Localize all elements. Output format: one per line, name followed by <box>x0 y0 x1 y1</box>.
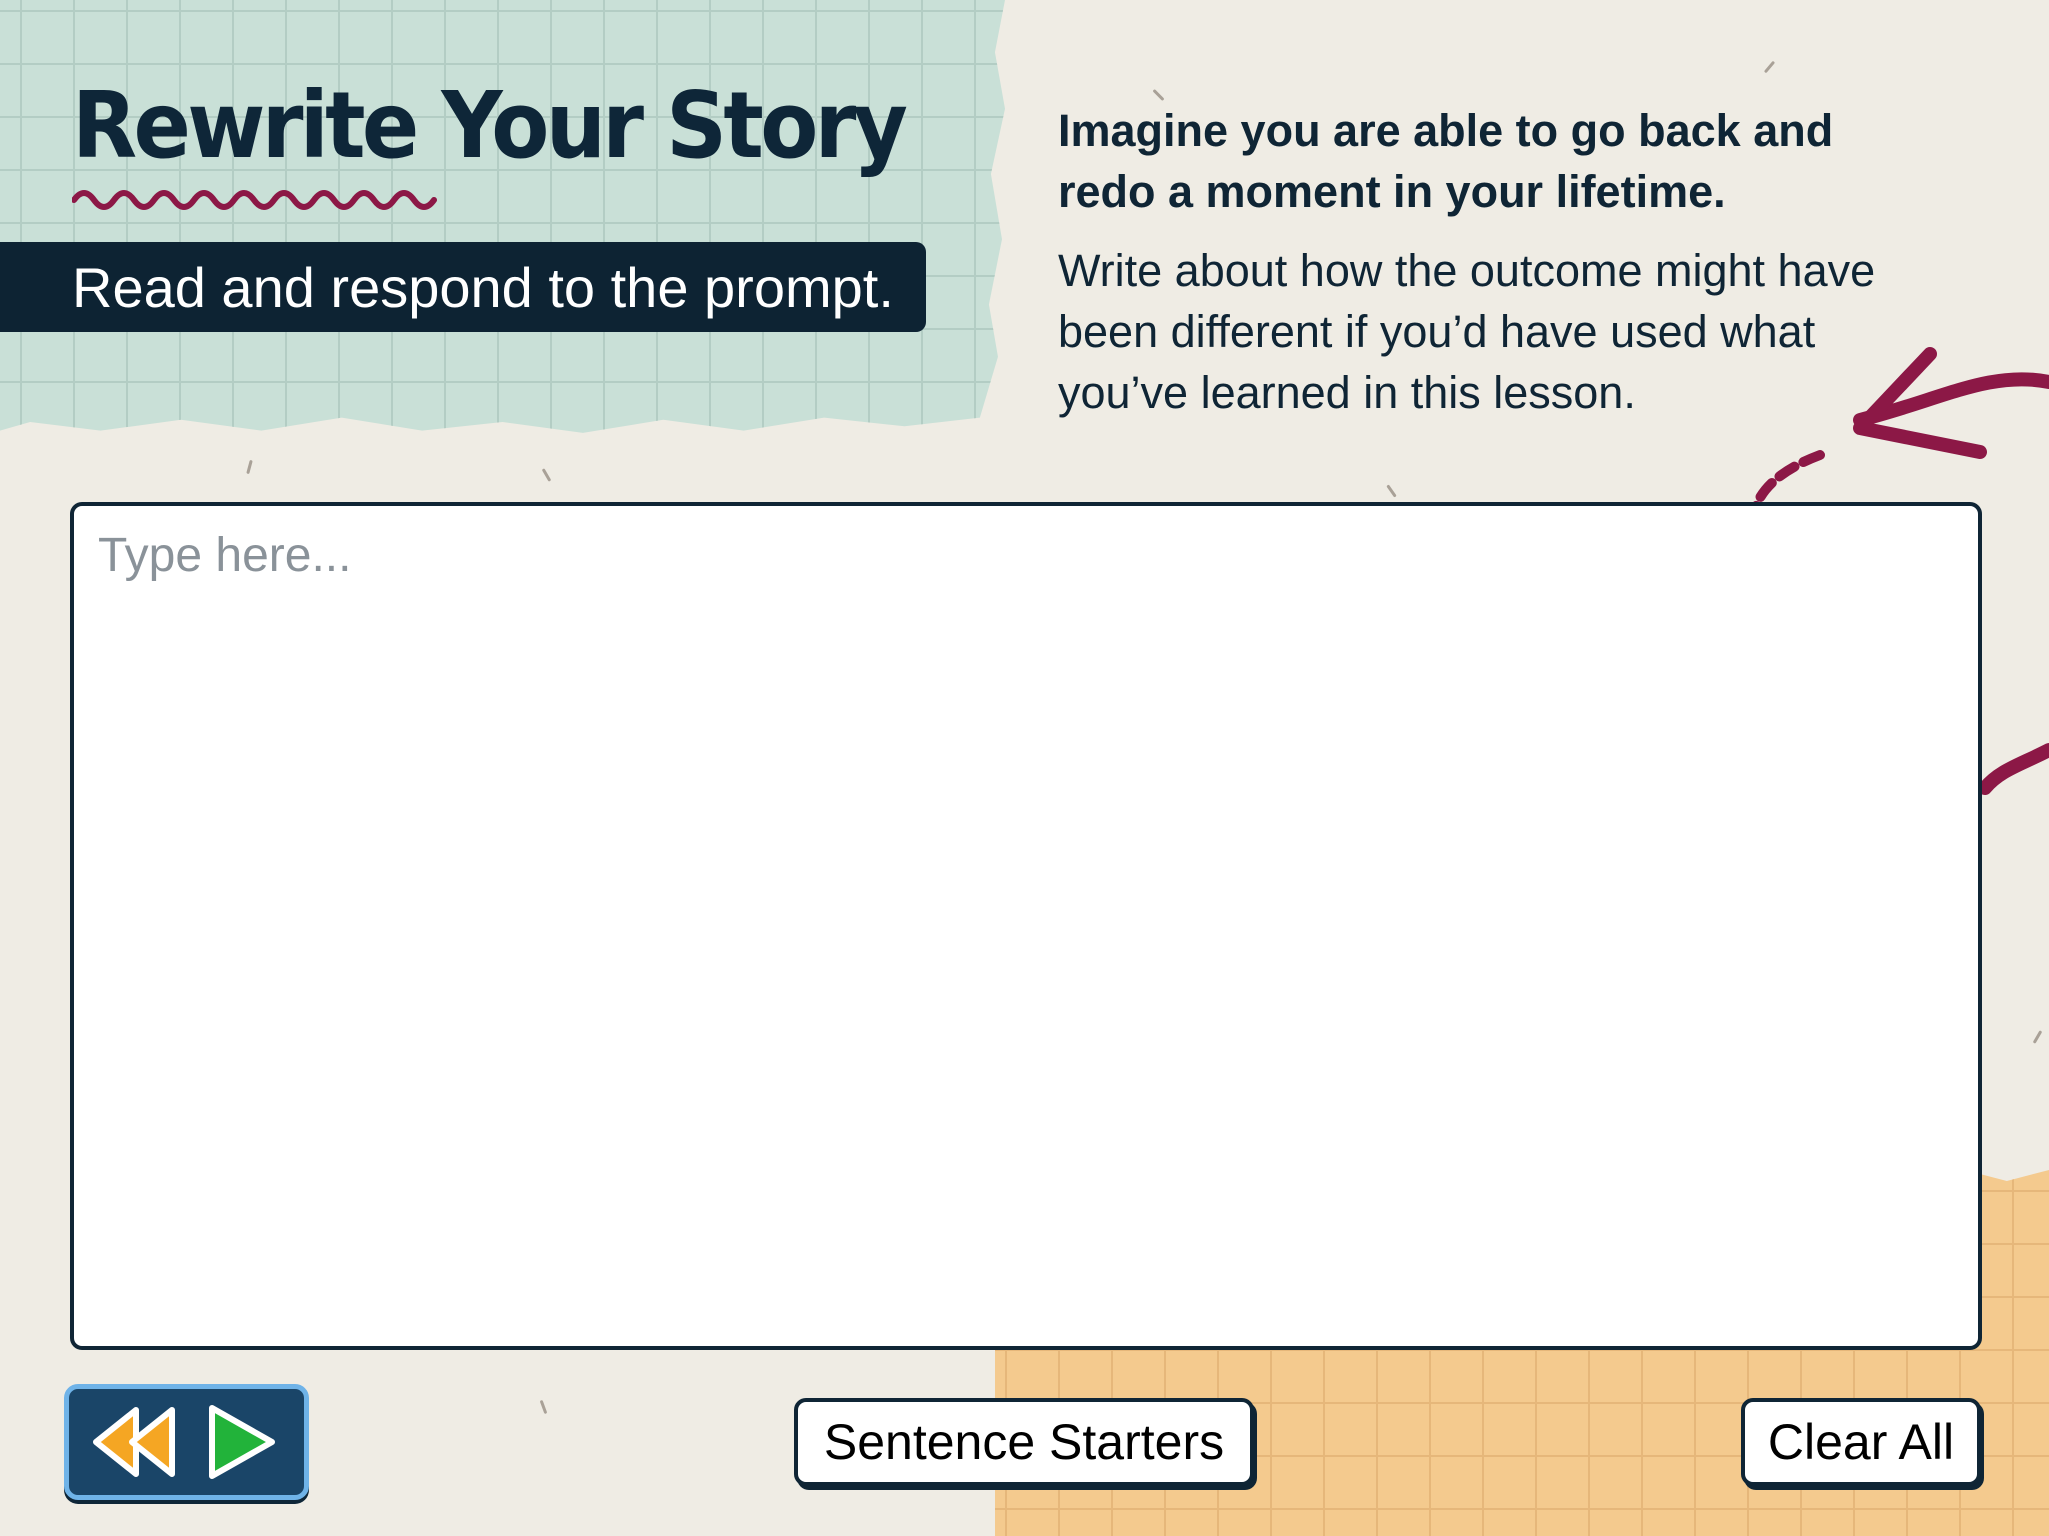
clear-all-button[interactable]: Clear All <box>1741 1398 1981 1486</box>
prompt-heading: Imagine you are able to go back and redo… <box>1058 105 1834 217</box>
play-icon <box>209 1405 276 1479</box>
sentence-starters-button[interactable]: Sentence Starters <box>794 1398 1254 1486</box>
paper-speckle <box>539 1399 548 1415</box>
navigation-controls <box>64 1384 309 1500</box>
rewind-icon <box>92 1407 175 1477</box>
paper-speckle <box>246 459 253 475</box>
squiggle-underline <box>72 190 437 210</box>
response-textarea[interactable] <box>70 502 1982 1350</box>
back-button[interactable] <box>83 1398 183 1486</box>
page-title: Rewrite Your Story <box>72 72 908 179</box>
paper-speckle <box>541 468 552 482</box>
paper-speckle <box>1386 484 1397 498</box>
next-button[interactable] <box>190 1398 290 1486</box>
paper-speckle <box>1763 60 1776 74</box>
paper-speckle <box>2032 1030 2043 1044</box>
instruction-banner: Read and respond to the prompt. <box>0 242 926 332</box>
instruction-text: Read and respond to the prompt. <box>72 255 894 319</box>
green-grid-paper-decoration <box>0 0 1005 433</box>
